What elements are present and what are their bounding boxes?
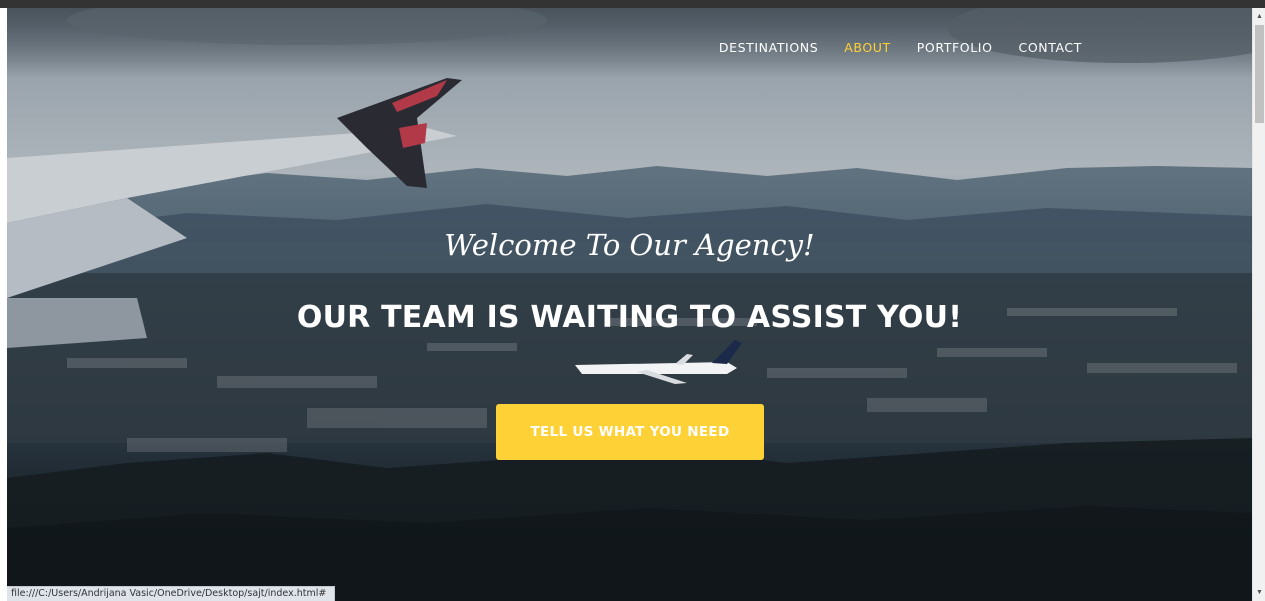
browser-top-edge [0,0,1265,8]
nav-item-destinations[interactable]: DESTINATIONS [719,40,818,55]
nav-item-about[interactable]: ABOUT [844,40,891,55]
page-viewport: DESTINATIONS ABOUT PORTFOLIO CONTACT Wel… [7,8,1252,601]
status-bar-url: file:///C:/Users/Andrijana Vasic/OneDriv… [7,586,336,601]
hero-subheading: Welcome To Our Agency! [444,228,815,262]
scroll-down-icon[interactable]: ▼ [1253,586,1265,599]
scroll-up-icon[interactable]: ▲ [1253,10,1265,23]
scrollbar-thumb[interactable] [1255,25,1264,123]
nav-item-portfolio[interactable]: PORTFOLIO [917,40,993,55]
main-nav: DESTINATIONS ABOUT PORTFOLIO CONTACT [719,40,1082,55]
vertical-scrollbar[interactable]: ▲ ▼ [1252,8,1265,601]
hero-heading: OUR TEAM IS WAITING TO ASSIST YOU! [296,300,963,335]
nav-item-contact[interactable]: CONTACT [1019,40,1082,55]
tell-us-what-you-need-button[interactable]: TELL US WHAT YOU NEED [496,404,764,460]
